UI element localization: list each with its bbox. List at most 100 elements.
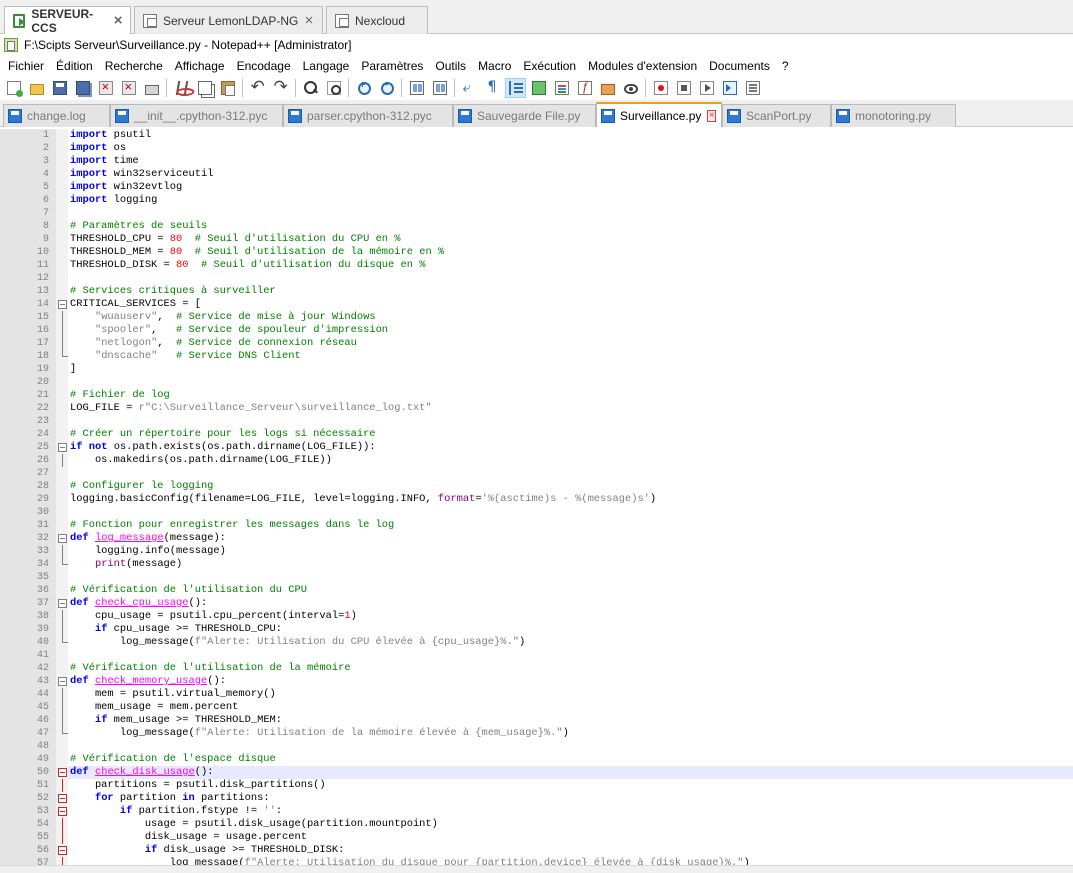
save-button[interactable] [49,78,70,98]
code-line[interactable]: 20 [0,376,1073,389]
code-line[interactable]: 25 if not os.path.exists(os.path.dirname(… [0,441,1073,454]
indent-guide-button[interactable] [505,78,526,98]
code-line[interactable]: 46 if mem_usage >= THRESHOLD_MEM: [0,714,1073,727]
menu-item[interactable]: Encodage [231,56,297,76]
code-line[interactable]: 16 "spooler", # Service de spouleur d'im… [0,324,1073,337]
code-line[interactable]: 48 [0,740,1073,753]
code-line[interactable]: 19] [0,363,1073,376]
code-editor[interactable]: 1 import psutil 2 import os 3 import time 4 imp… [0,127,1073,865]
code-line[interactable]: 34 print(message) [0,558,1073,571]
doc-tab-sauvegarde-file[interactable]: Sauvegarde File.py [453,104,596,127]
doc-tab-parser-cpython[interactable]: parser.cpython-312.pyc [283,104,453,127]
folder-workspace-button[interactable] [597,78,618,98]
rdp-tab-serveur-ccs[interactable]: SERVEUR-CCS × [4,6,131,35]
code-line[interactable]: 23 [0,415,1073,428]
copy-button[interactable] [194,78,215,98]
doc-tab-surveillance[interactable]: Surveillance.py × [596,102,722,127]
code-line[interactable]: 51 partitions = psutil.disk_partitions() [0,779,1073,792]
cut-button[interactable] [171,78,192,98]
code-line[interactable]: 2 import os [0,142,1073,155]
menu-item[interactable]: ? [776,56,795,76]
doc-tab-init-cpython[interactable]: __init__.cpython-312.pyc [110,104,283,127]
code-line[interactable]: 3 import time [0,155,1073,168]
print-button[interactable] [141,78,162,98]
close-tab-icon[interactable]: × [707,109,716,122]
code-line[interactable]: 53 if partition.fstype != '': [0,805,1073,818]
code-line[interactable]: 35 [0,571,1073,584]
fold-toggle-icon[interactable] [58,846,67,855]
code-line[interactable]: 14 CRITICAL_SERVICES = [ [0,298,1073,311]
rdp-tab-nexcloud[interactable]: Nexcloud [326,6,428,34]
function-list-button[interactable] [574,78,595,98]
menu-item[interactable]: Langage [297,56,356,76]
code-line[interactable]: 37 def check_cpu_usage(): [0,597,1073,610]
run-macro-multiple-button[interactable] [719,78,740,98]
find-button[interactable] [300,78,321,98]
word-wrap-button[interactable] [459,78,480,98]
menu-item[interactable]: Exécution [517,56,582,76]
doc-tab-monotoring[interactable]: monotoring.py [831,104,956,127]
code-line[interactable]: 36 # Vérification de l'utilisation du CPU [0,584,1073,597]
fold-toggle-icon[interactable] [58,443,67,452]
document-map-button[interactable] [551,78,572,98]
code-line[interactable]: 50 def check_disk_usage(): [0,766,1073,779]
code-line[interactable]: 38 cpu_usage = psutil.cpu_percent(interv… [0,610,1073,623]
code-line[interactable]: 42 # Vérification de l'utilisation de la … [0,662,1073,675]
code-line[interactable]: 56 if disk_usage >= THRESHOLD_DISK: [0,844,1073,857]
show-all-chars-button[interactable] [482,78,503,98]
code-line[interactable]: 1 import psutil [0,129,1073,142]
code-line[interactable]: 49 # Vérification de l'espace disque [0,753,1073,766]
close-all-button[interactable] [118,78,139,98]
code-line[interactable]: 32 def log_message(message): [0,532,1073,545]
redo-button[interactable] [270,77,291,98]
fold-toggle-icon[interactable] [58,807,67,816]
code-line[interactable]: 24 # Créer un répertoire pour les logs si… [0,428,1073,441]
code-line[interactable]: 29 logging.basicConfig(filename=LOG_FILE,… [0,493,1073,506]
fold-toggle-icon[interactable] [58,300,67,309]
fold-toggle-icon[interactable] [58,768,67,777]
code-line[interactable]: 5 import win32evtlog [0,181,1073,194]
menu-item[interactable]: Documents [703,56,776,76]
code-line[interactable]: 11 THRESHOLD_DISK = 80 # Seuil d'utilisat… [0,259,1073,272]
rdp-tab-lemonldap[interactable]: Serveur LemonLDAP-NG × [134,6,323,34]
fold-toggle-icon[interactable] [58,534,67,543]
code-line[interactable]: 41 [0,649,1073,662]
code-line[interactable]: 55 disk_usage = usage.percent [0,831,1073,844]
close-icon[interactable]: × [112,13,124,28]
horizontal-scrollbar[interactable] [0,865,1073,873]
code-line[interactable]: 31 # Fonction pour enregistrer les messag… [0,519,1073,532]
user-language-button[interactable] [528,78,549,98]
menu-item[interactable]: Macro [472,56,517,76]
code-line[interactable]: 30 [0,506,1073,519]
code-line[interactable]: 4 import win32serviceutil [0,168,1073,181]
code-line[interactable]: 28 # Configurer le logging [0,480,1073,493]
code-line[interactable]: 10 THRESHOLD_MEM = 80 # Seuil d'utilisati… [0,246,1073,259]
close-icon[interactable]: × [302,13,316,28]
code-line[interactable]: 13 # Services critiques à surveiller [0,285,1073,298]
code-line[interactable]: 9 THRESHOLD_CPU = 80 # Seuil d'utilisatio… [0,233,1073,246]
code-line[interactable]: 39 if cpu_usage >= THRESHOLD_CPU: [0,623,1073,636]
code-line[interactable]: 18 "dnscache" # Service DNS Client [0,350,1073,363]
doc-tab-scanport[interactable]: ScanPort.py [722,104,831,127]
zoom-in-button[interactable] [353,78,374,98]
fold-toggle-icon[interactable] [58,599,67,608]
code-line[interactable]: 12 [0,272,1073,285]
doc-tab-change-log[interactable]: change.log [3,104,110,127]
code-line[interactable]: 8 # Paramètres de seuils [0,220,1073,233]
sync-vertical-button[interactable] [406,78,427,98]
code-line[interactable]: 40 log_message(f"Alerte: Utilisation du … [0,636,1073,649]
code-line[interactable]: 45 mem_usage = mem.percent [0,701,1073,714]
code-line[interactable]: 52 for partition in partitions: [0,792,1073,805]
code-line[interactable]: 33 logging.info(message) [0,545,1073,558]
zoom-out-button[interactable] [376,78,397,98]
open-file-button[interactable] [26,78,47,98]
code-line[interactable]: 17 "netlogon", # Service de connexion ré… [0,337,1073,350]
stop-recording-button[interactable] [673,78,694,98]
menu-item[interactable]: Outils [429,56,472,76]
code-line[interactable]: 57 log_message(f"Alerte: Utilisation du … [0,857,1073,865]
menu-item[interactable]: Édition [50,56,99,76]
code-line[interactable]: 27 [0,467,1073,480]
code-line[interactable]: 26 os.makedirs(os.path.dirname(LOG_FILE)… [0,454,1073,467]
record-macro-button[interactable] [650,78,671,98]
fold-toggle-icon[interactable] [58,794,67,803]
